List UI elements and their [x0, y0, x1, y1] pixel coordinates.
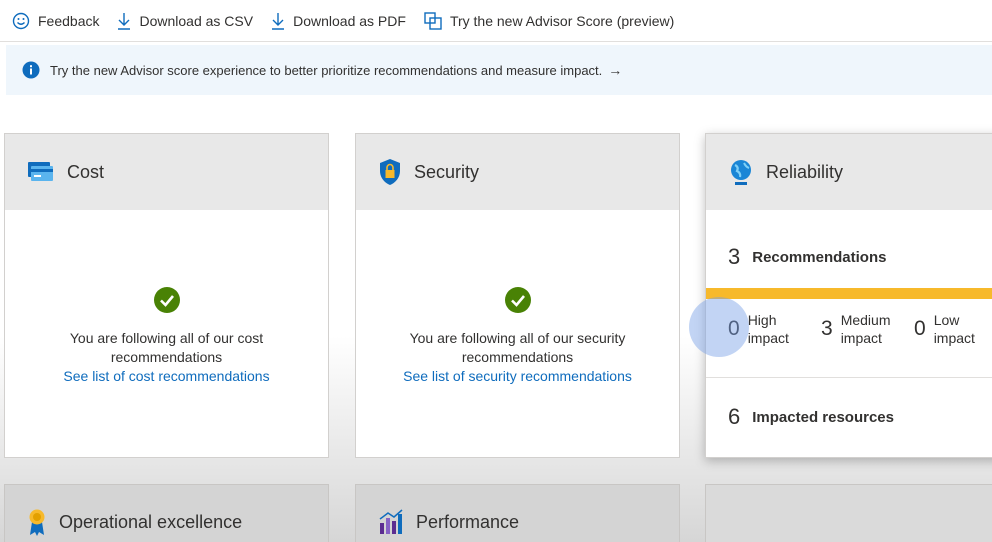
smiley-icon	[12, 12, 30, 29]
shield-lock-icon	[378, 158, 402, 186]
reliability-card-body: 3 Recommendations 0 High impact 3 Medium…	[706, 244, 992, 430]
medium-impact[interactable]: 3 Medium impact	[821, 311, 890, 347]
cost-card-body: You are following all of our cost recomm…	[5, 210, 328, 386]
feedback-label: Feedback	[38, 12, 100, 29]
divider	[706, 377, 992, 378]
bar-chart-icon	[378, 509, 404, 535]
globe-icon	[728, 158, 754, 186]
operational-excellence-title: Operational excellence	[59, 511, 243, 532]
download-pdf-button[interactable]: Download as PDF	[271, 12, 406, 30]
impacted-resources-count: 6	[728, 404, 741, 429]
security-status-message: You are following all of our security re…	[409, 330, 626, 365]
empty-card	[705, 484, 992, 542]
security-card-title: Security	[414, 161, 480, 182]
impact-breakdown: 0 High impact 3 Medium impact 0 Low impa…	[728, 299, 992, 371]
impact-bar	[706, 288, 992, 299]
download-csv-button[interactable]: Download as CSV	[117, 12, 253, 30]
download-icon	[118, 12, 131, 30]
low-impact[interactable]: 0 Low impact	[914, 311, 975, 347]
cost-card-title: Cost	[67, 161, 105, 182]
impacted-resources-label: Impacted resources	[752, 408, 894, 426]
info-banner[interactable]: Try the new Advisor score experience to …	[6, 45, 992, 95]
recommendations-label: Recommendations	[752, 248, 887, 266]
feedback-button[interactable]: Feedback	[12, 12, 99, 30]
checkmark-circle-icon	[504, 287, 531, 313]
credit-card-icon	[27, 160, 55, 184]
security-card-body: You are following all of our security re…	[356, 210, 679, 386]
medium-impact-label-1: Medium	[840, 312, 891, 328]
performance-header: Performance	[356, 485, 679, 542]
reliability-card[interactable]: Reliability 3 Recommendations 0 High imp…	[705, 133, 992, 458]
security-card-header: Security	[356, 134, 679, 210]
cost-card[interactable]: Cost You are following all of our cost r…	[4, 133, 329, 458]
info-icon	[22, 61, 40, 79]
performance-title: Performance	[416, 511, 520, 532]
try-advisor-score-label: Try the new Advisor Score (preview)	[449, 12, 675, 29]
checkmark-circle-icon	[153, 287, 180, 313]
cost-recommendations-link[interactable]: See list of cost recommendations	[5, 367, 328, 386]
reliability-card-header: Reliability	[706, 134, 992, 210]
performance-card[interactable]: Performance	[355, 484, 680, 542]
banner-text: Try the new Advisor score experience to …	[50, 62, 603, 78]
operational-excellence-header: Operational excellence	[5, 485, 328, 542]
ribbon-award-icon	[27, 508, 47, 536]
recommendations-summary[interactable]: 3 Recommendations	[728, 244, 992, 270]
medium-impact-label-2: impact	[840, 330, 882, 346]
try-advisor-score-button[interactable]: Try the new Advisor Score (preview)	[424, 11, 675, 30]
low-impact-count: 0	[914, 317, 926, 340]
reliability-card-title: Reliability	[766, 161, 844, 182]
medium-impact-count: 3	[821, 317, 833, 340]
impacted-resources[interactable]: 6 Impacted resources	[728, 404, 992, 430]
cost-status-message: You are following all of our cost recomm…	[69, 330, 264, 365]
security-card[interactable]: Security You are following all of our se…	[355, 133, 680, 458]
low-impact-label-2: impact	[933, 330, 975, 346]
operational-excellence-card[interactable]: Operational excellence	[4, 484, 329, 542]
download-pdf-label: Download as PDF	[293, 12, 406, 29]
security-recommendations-link[interactable]: See list of security recommendations	[356, 367, 679, 386]
recommendations-count: 3	[728, 244, 741, 269]
preview-icon	[424, 11, 442, 30]
cost-card-header: Cost	[5, 134, 328, 210]
download-icon	[272, 12, 285, 30]
download-csv-label: Download as CSV	[139, 12, 254, 29]
command-bar: Feedback Download as CSV Download as PDF…	[0, 0, 992, 42]
low-impact-label-1: Low	[933, 312, 960, 328]
high-impact-label-2: impact	[747, 330, 789, 346]
high-impact-label-1: High	[747, 312, 777, 328]
arrow-right-icon: →	[608, 62, 623, 78]
cursor-highlight	[689, 297, 749, 357]
